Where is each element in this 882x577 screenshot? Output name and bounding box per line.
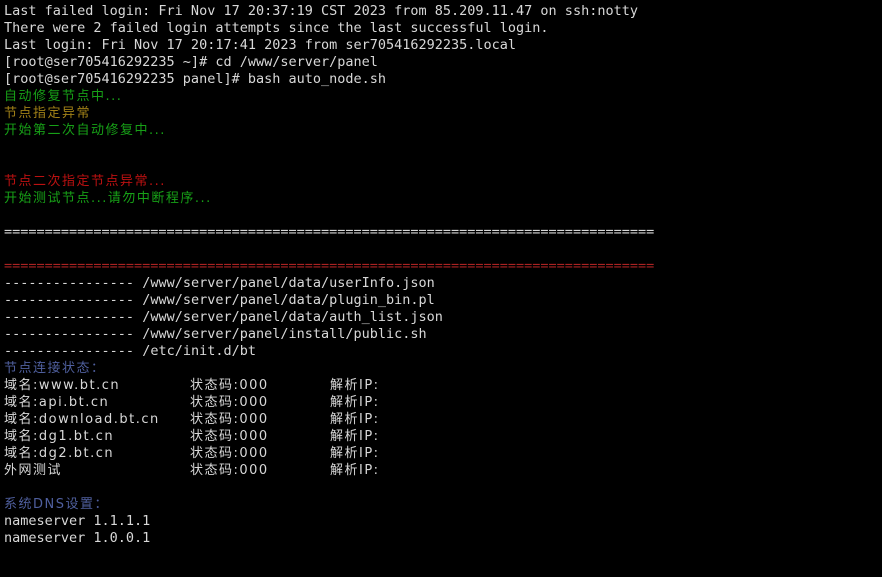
node-domain: 域名:download.bt.cn	[4, 412, 160, 427]
file-path: /www/server/panel/data/plugin_bin.pl	[142, 292, 435, 308]
file-dashes: ----------------	[4, 343, 135, 359]
node-domain: 域名:www.bt.cn	[4, 378, 121, 393]
node-resolved-ip: 解析IP:	[330, 395, 380, 410]
command-line: [root@ser705416292235 panel]# bash auto_…	[4, 71, 882, 88]
dns-entry: nameserver 1.0.0.1	[4, 530, 151, 546]
repair-log-line: 开始第二次自动修复中...	[4, 123, 166, 138]
login-banner-line: There were 2 failed login attempts since…	[4, 20, 549, 36]
file-list-row: ---------------- /etc/init.d/bt	[4, 343, 882, 360]
shell-command: cd /www/server/panel	[215, 54, 378, 70]
node-status-row: 域名:download.bt.cn 状态码:000 解析IP:	[4, 411, 882, 428]
node-domain: 域名:api.bt.cn	[4, 395, 110, 410]
login-banner-line: Last login: Fri Nov 17 20:17:41 2023 fro…	[4, 37, 517, 53]
node-status-row: 域名:api.bt.cn 状态码:000 解析IP:	[4, 394, 882, 411]
node-status-row: 域名:dg1.bt.cn 状态码:000 解析IP:	[4, 428, 882, 445]
command-line: [root@ser705416292235 ~]# cd /www/server…	[4, 54, 882, 71]
node-domain: 外网测试	[4, 463, 63, 478]
node-resolved-ip: 解析IP:	[330, 463, 380, 478]
node-resolved-ip: 解析IP:	[330, 378, 380, 393]
file-dashes: ----------------	[4, 309, 135, 325]
shell-command: bash auto_node.sh	[247, 71, 387, 87]
dns-entry: nameserver 1.1.1.1	[4, 513, 151, 529]
file-list-row: ---------------- /www/server/panel/data/…	[4, 292, 882, 309]
separator-red: ========================================…	[4, 258, 655, 274]
dns-header: 系统DNS设置：	[4, 497, 109, 512]
node-status-row: 域名:dg2.bt.cn 状态码:000 解析IP:	[4, 445, 882, 462]
node-status-code: 状态码:000	[190, 463, 269, 478]
shell-prompt: [root@ser705416292235 panel]#	[4, 71, 248, 87]
file-list-row: ---------------- /www/server/panel/insta…	[4, 326, 882, 343]
file-dashes: ----------------	[4, 275, 135, 291]
node-status-code: 状态码:000	[190, 446, 269, 461]
file-path: /etc/init.d/bt	[142, 343, 256, 359]
repair-log-line: 节点指定异常	[4, 106, 92, 121]
node-status-row: 域名:www.bt.cn 状态码:000 解析IP:	[4, 377, 882, 394]
file-path: /www/server/panel/install/public.sh	[142, 326, 427, 342]
node-status-code: 状态码:000	[190, 412, 269, 427]
repair-log-line: 节点二次指定节点异常...	[4, 174, 166, 189]
file-path: /www/server/panel/data/auth_list.json	[142, 309, 443, 325]
node-domain: 域名:dg2.bt.cn	[4, 446, 115, 461]
node-status-header: 节点连接状态：	[4, 361, 106, 376]
node-status-row: 外网测试 状态码:000 解析IP:	[4, 462, 882, 479]
terminal-window[interactable]: Last failed login: Fri Nov 17 20:37:19 C…	[0, 0, 882, 577]
file-dashes: ----------------	[4, 292, 135, 308]
separator-white: ========================================…	[4, 224, 655, 240]
shell-prompt: [root@ser705416292235 ~]#	[4, 54, 216, 70]
login-banner-line: Last failed login: Fri Nov 17 20:37:19 C…	[4, 3, 638, 19]
file-dashes: ----------------	[4, 326, 135, 342]
node-resolved-ip: 解析IP:	[330, 412, 380, 427]
repair-log-line: 开始测试节点...请勿中断程序...	[4, 191, 212, 206]
node-status-code: 状态码:000	[190, 395, 269, 410]
file-list-row: ---------------- /www/server/panel/data/…	[4, 275, 882, 292]
node-resolved-ip: 解析IP:	[330, 429, 380, 444]
node-resolved-ip: 解析IP:	[330, 446, 380, 461]
node-status-code: 状态码:000	[190, 429, 269, 444]
node-domain: 域名:dg1.bt.cn	[4, 429, 115, 444]
node-status-code: 状态码:000	[190, 378, 269, 393]
repair-log-line: 自动修复节点中...	[4, 89, 123, 104]
file-path: /www/server/panel/data/userInfo.json	[142, 275, 435, 291]
file-list-row: ---------------- /www/server/panel/data/…	[4, 309, 882, 326]
